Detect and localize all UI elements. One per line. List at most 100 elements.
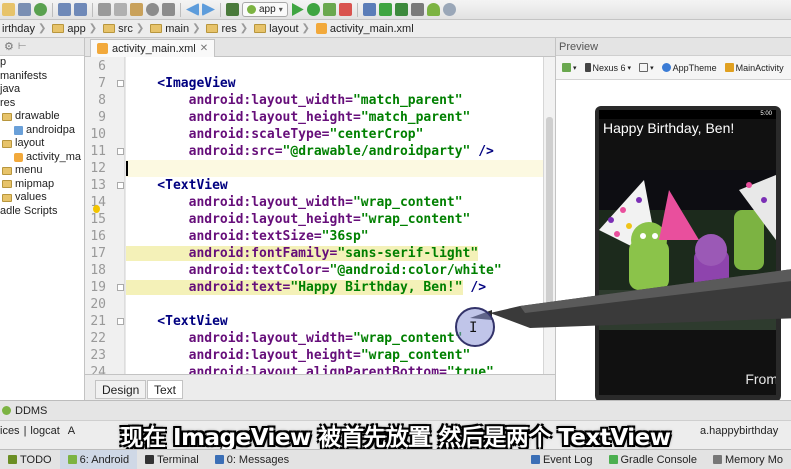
breadcrumb-file[interactable]: activity_main.xml	[314, 20, 418, 37]
tool-window-terminal[interactable]: Terminal	[137, 450, 207, 469]
code-line[interactable]: android:src="@drawable/androidparty" />	[126, 143, 543, 160]
breadcrumb-project[interactable]: irthday ❯	[0, 20, 50, 37]
replace-icon[interactable]	[162, 3, 175, 16]
avd-manager-icon[interactable]	[410, 3, 424, 16]
breadcrumb-res[interactable]: res ❯	[204, 20, 252, 37]
tool-window-event-log[interactable]: Event Log	[523, 450, 601, 469]
tool-window-gradle-console[interactable]: Gradle Console	[601, 450, 705, 469]
run-config-select[interactable]: app ▾	[242, 2, 288, 17]
tree-item[interactable]: androidpa	[0, 124, 84, 138]
code-line[interactable]	[126, 160, 543, 177]
lightbulb-icon[interactable]	[93, 205, 100, 213]
fold-marker-icon[interactable]	[117, 80, 124, 87]
video-subtitle: 现在 ImageView 被首先放置 然后是两个 TextView	[120, 425, 671, 451]
code-token: android:layout_width=	[126, 195, 353, 210]
line-number: 9	[98, 110, 106, 125]
project-structure-icon[interactable]	[362, 3, 376, 16]
android-device-icon[interactable]	[426, 3, 440, 16]
tool-window-6-android[interactable]: 6: Android	[59, 450, 138, 469]
android-studio-window: app ▾ irthday ❯ app ❯ src ❯ main ❯ res ❯…	[0, 0, 791, 469]
tree-item[interactable]: drawable	[0, 110, 84, 124]
activity-icon	[724, 63, 734, 72]
build-icon[interactable]	[226, 3, 239, 16]
fold-marker-icon[interactable]	[117, 284, 124, 291]
theme-label: AppTheme	[672, 62, 717, 73]
code-token: TextView	[165, 314, 228, 329]
folder-icon	[52, 24, 65, 33]
back-icon[interactable]	[186, 3, 199, 16]
code-line[interactable]	[126, 58, 543, 75]
tree-item[interactable]: activity_ma	[0, 151, 84, 165]
sdk-manager-icon[interactable]	[394, 3, 408, 16]
orientation-select[interactable]: ▾	[636, 63, 657, 72]
breadcrumb-label: layout	[269, 22, 299, 35]
close-icon[interactable]: ✕	[200, 43, 208, 54]
tab-activity-main[interactable]: activity_main.xml ✕	[90, 39, 216, 57]
code-line[interactable]: <ImageView	[126, 75, 543, 92]
tree-item[interactable]: p	[0, 56, 84, 70]
todo-icon	[8, 455, 17, 464]
code-line[interactable]: android:layout_height="match_parent"	[126, 109, 543, 126]
fold-marker-icon[interactable]	[117, 148, 124, 155]
find-icon[interactable]	[146, 3, 159, 16]
tree-item[interactable]: menu	[0, 164, 84, 178]
run-icon[interactable]	[292, 3, 304, 16]
breadcrumb-src[interactable]: src ❯	[101, 20, 148, 37]
tree-item[interactable]: res	[0, 97, 84, 111]
tree-item[interactable]: java	[0, 83, 84, 97]
forward-icon[interactable]	[202, 3, 215, 16]
breadcrumb-main[interactable]: main ❯	[148, 20, 204, 37]
tool-window-0-messages[interactable]: 0: Messages	[207, 450, 297, 469]
chevron-down-icon: ▾	[573, 64, 577, 72]
breadcrumb-layout[interactable]: layout ❯	[252, 20, 314, 37]
breadcrumb-app[interactable]: app ❯	[50, 20, 101, 37]
sync-icon[interactable]	[34, 3, 47, 16]
tool-window-memory-mo[interactable]: Memory Mo	[705, 450, 791, 469]
help-icon[interactable]	[442, 3, 456, 16]
folder-icon	[150, 24, 163, 33]
redo-icon[interactable]	[74, 3, 87, 16]
line-number: 21	[90, 314, 106, 329]
tool-window-todo[interactable]: TODO	[0, 450, 60, 469]
stop-icon[interactable]	[338, 3, 352, 16]
tree-item[interactable]: adle Scripts	[0, 205, 84, 219]
code-token: android:layout_width=	[126, 93, 353, 108]
tab-text[interactable]: Text	[147, 380, 184, 399]
terminal-icon	[145, 455, 155, 464]
code-line[interactable]: android:scaleType="centerCrop"	[126, 126, 543, 143]
theme-select[interactable]: AppTheme	[659, 63, 720, 73]
code-line[interactable]: android:layout_alignParentBottom="true"	[126, 364, 543, 374]
code-line[interactable]: android:layout_width="match_parent"	[126, 92, 543, 109]
layout-orientation-button[interactable]: ▾	[559, 63, 580, 72]
tool-window-label: TODO	[20, 453, 52, 466]
sync-gradle-icon[interactable]	[378, 3, 392, 16]
attach-debugger-icon[interactable]	[322, 3, 336, 16]
folder-open-icon[interactable]	[2, 3, 15, 16]
fold-marker-icon[interactable]	[117, 318, 124, 325]
copy-icon[interactable]	[114, 3, 127, 16]
cut-icon[interactable]	[98, 3, 111, 16]
tree-item[interactable]: layout	[0, 137, 84, 151]
line-number: 13	[90, 178, 106, 193]
event-log-icon	[530, 455, 540, 464]
fold-marker-icon[interactable]	[117, 182, 124, 189]
tree-item[interactable]: mipmap	[0, 178, 84, 192]
tree-item-label: res	[0, 96, 16, 109]
debug-icon[interactable]	[306, 3, 320, 16]
code-line[interactable]: android:layout_width="wrap_content"	[126, 194, 543, 211]
code-line[interactable]: android:layout_height="wrap_content"	[126, 347, 543, 364]
save-icon[interactable]	[18, 3, 31, 16]
tree-item[interactable]: values	[0, 191, 84, 205]
gear-icon[interactable]: ⚙	[4, 40, 14, 53]
tab-design[interactable]: Design	[95, 380, 147, 399]
code-line[interactable]: android:textSize="36sp"	[126, 228, 543, 245]
undo-icon[interactable]	[58, 3, 71, 16]
device-select[interactable]: Nexus 6 ▾	[582, 63, 635, 73]
tree-item-label: layout	[15, 137, 45, 149]
tree-item[interactable]: manifests	[0, 70, 84, 84]
collapse-icon[interactable]: ⊢	[18, 41, 27, 52]
paste-icon[interactable]	[130, 3, 143, 16]
code-line[interactable]: <TextView	[126, 177, 543, 194]
code-line[interactable]: android:layout_height="wrap_content"	[126, 211, 543, 228]
activity-select[interactable]: MainActivity	[722, 63, 787, 73]
